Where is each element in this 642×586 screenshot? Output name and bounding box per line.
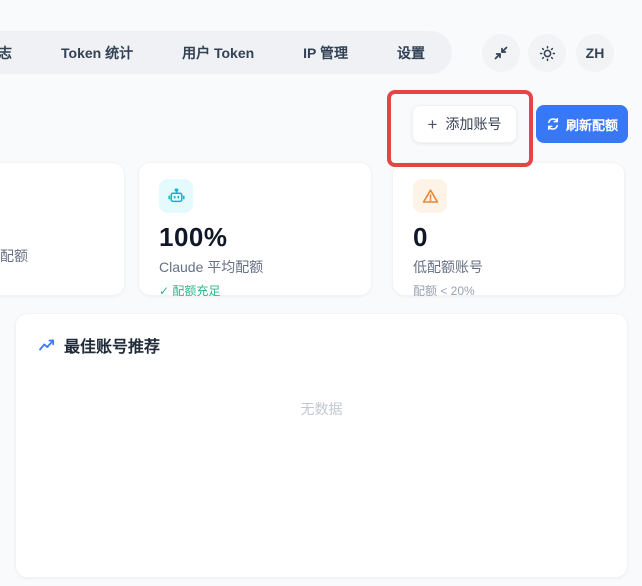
empty-state-text: 无数据 xyxy=(38,399,605,419)
tab-log-partial[interactable]: 志 xyxy=(0,43,12,63)
refresh-quota-label: 刷新配额 xyxy=(566,115,618,134)
add-account-label: 添加账号 xyxy=(445,114,501,134)
warning-icon xyxy=(413,179,447,213)
stat-card-low-quota: 0 低配额账号 配额 < 20% xyxy=(392,162,625,296)
recommendation-header: 最佳账号推荐 xyxy=(38,333,605,357)
trend-up-icon xyxy=(38,337,56,353)
stat-label-partial: 配额 xyxy=(0,246,28,266)
tab-settings[interactable]: 设置 xyxy=(397,43,425,63)
low-quota-label: 低配额账号 xyxy=(413,257,604,277)
claude-quota-status-text: 配额充足 xyxy=(172,284,220,298)
compress-arrows-icon xyxy=(493,45,509,61)
theme-toggle-button[interactable] xyxy=(528,34,566,72)
recommendation-title: 最佳账号推荐 xyxy=(64,333,160,357)
claude-quota-status: ✓ 配额充足 xyxy=(159,282,351,299)
tab-user-token[interactable]: 用户 Token xyxy=(182,43,254,63)
language-label: ZH xyxy=(586,45,605,61)
sun-icon xyxy=(539,45,556,62)
tab-ip-management[interactable]: IP 管理 xyxy=(303,43,348,63)
claude-quota-value: 100% xyxy=(159,222,351,253)
check-icon: ✓ xyxy=(159,284,169,298)
recommendation-card: 最佳账号推荐 无数据 xyxy=(15,313,628,578)
stat-card-left-partial: 配额 xyxy=(0,162,125,296)
refresh-quota-button[interactable]: 刷新配额 xyxy=(536,105,628,143)
refresh-icon xyxy=(546,117,560,131)
robot-icon xyxy=(159,179,193,213)
collapse-button[interactable] xyxy=(482,34,520,72)
language-button[interactable]: ZH xyxy=(576,34,614,72)
top-nav-bar: 志 Token 统计 用户 Token IP 管理 设置 xyxy=(0,31,452,74)
claude-quota-label: Claude 平均配额 xyxy=(159,257,351,277)
low-quota-threshold: 配额 < 20% xyxy=(413,282,604,299)
stat-card-claude-quota: 100% Claude 平均配额 ✓ 配额充足 xyxy=(138,162,372,296)
low-quota-value: 0 xyxy=(413,222,604,253)
plus-icon: + xyxy=(428,116,438,133)
add-account-button[interactable]: + 添加账号 xyxy=(412,105,517,143)
tab-token-stats[interactable]: Token 统计 xyxy=(61,43,133,63)
